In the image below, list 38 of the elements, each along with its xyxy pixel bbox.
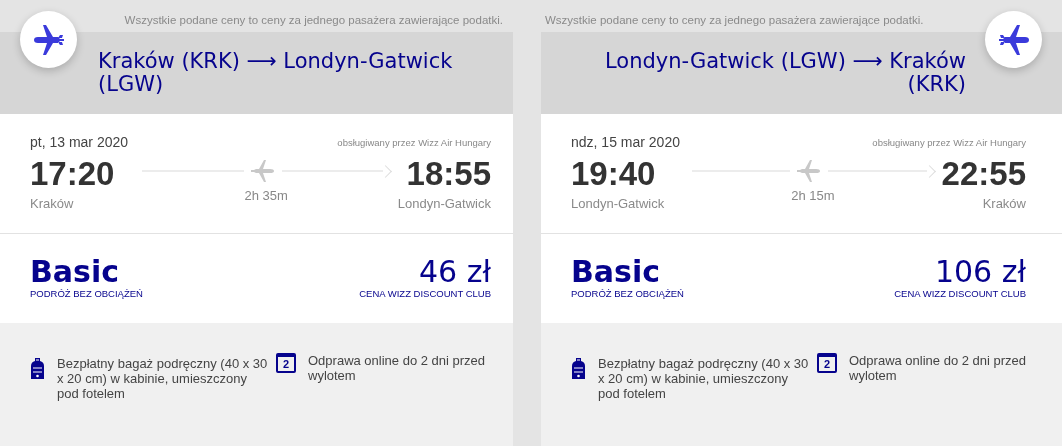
departure-city: Kraków	[30, 196, 75, 211]
price-label: CENA WIZZ DISCOUNT CLUB	[359, 288, 491, 299]
feature-text: Odprawa online do 2 dni przed wylotem	[308, 353, 487, 383]
departure-time: 17:20	[30, 154, 115, 194]
feature-text: Odprawa online do 2 dni przed wylotem	[849, 353, 1028, 383]
route-title: Londyn-Gatwick (LGW) ⟶ Kraków (KRK)	[605, 50, 966, 96]
backpack-icon	[30, 358, 45, 380]
flight-duration: 2h 35m	[244, 188, 288, 203]
route-title: Kraków (KRK) ⟶ Londyn-Gatwick (LGW)	[98, 50, 454, 96]
fare-name: Basic	[30, 256, 121, 288]
flight-duration: 2h 15m	[791, 188, 835, 203]
operator-note: obsługiwany przez Wizz Air Hungary	[872, 136, 1026, 148]
arrival-time: 18:55	[406, 154, 491, 194]
fare-subtitle: PODRÓŻ BEZ OBCIĄŻEŃ	[571, 288, 684, 299]
arrival-time: 22:55	[941, 154, 1026, 194]
feature-text: Bezpłatny bagaż podręczny (40 x 30 x 20 cm) w kabinie, umieszczony pod fotelem	[598, 356, 810, 401]
operator-note: obsługiwany przez Wizz Air Hungary	[337, 136, 491, 148]
price: 46 zł	[419, 256, 491, 288]
price: 106 zł	[934, 256, 1026, 288]
price-note: Wszystkie podane ceny to ceny za jednego pasażera zawierające podatki.	[124, 14, 503, 26]
airplane-icon	[31, 22, 66, 57]
arrival-city: Londyn-Gatwick	[397, 196, 491, 211]
calendar-icon: 2	[276, 353, 296, 373]
departure-time: 19:40	[571, 154, 657, 194]
fare-name: Basic	[571, 256, 662, 288]
backpack-icon	[571, 358, 586, 380]
flight-date: ndz, 15 mar 2020	[571, 134, 680, 150]
fare-subtitle: PODRÓŻ BEZ OBCIĄŻEŃ	[30, 288, 143, 299]
feature-text: Bezpłatny bagaż podręczny (40 x 30 x 20 cm) w kabinie, umieszczony pod fotelem	[57, 356, 269, 401]
airplane-icon	[249, 158, 276, 184]
arrival-city: Kraków	[982, 196, 1026, 211]
calendar-icon: 2	[817, 353, 837, 373]
departure-city: Londyn-Gatwick	[571, 196, 665, 211]
price-note: Wszystkie podane ceny to ceny za jednego pasażera zawierające podatki.	[545, 14, 924, 26]
flight-date: pt, 13 mar 2020	[30, 134, 129, 150]
airplane-icon	[996, 22, 1031, 57]
price-label: CENA WIZZ DISCOUNT CLUB	[894, 288, 1026, 299]
airplane-icon	[796, 158, 823, 184]
